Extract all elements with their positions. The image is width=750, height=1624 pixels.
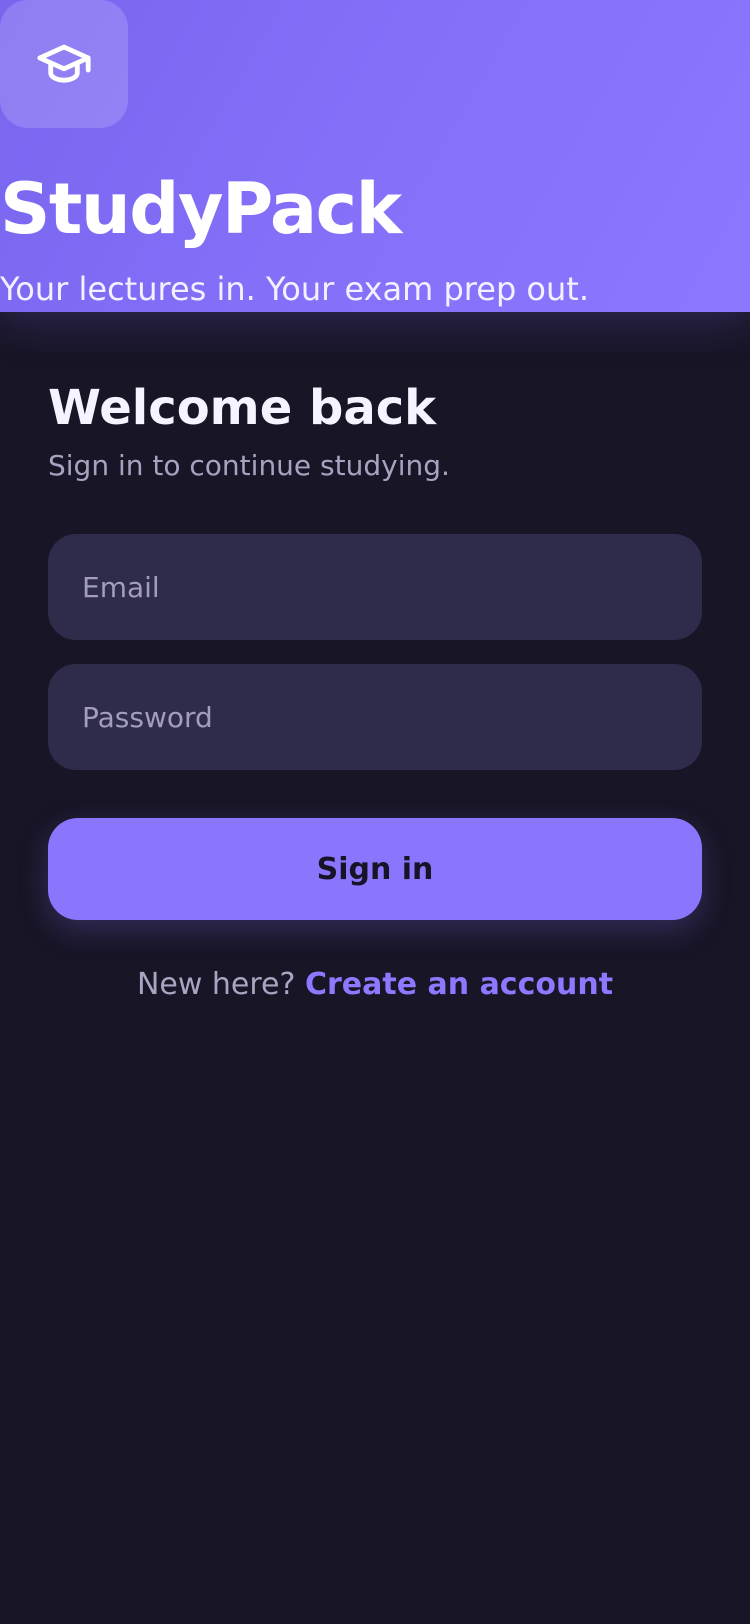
password-input[interactable] [48,664,702,770]
app-tagline: Your lectures in. Your exam prep out. [0,270,589,308]
app-logo [0,0,128,128]
app-title: StudyPack [0,168,402,250]
welcome-subtitle: Sign in to continue studying. [48,449,450,482]
graduation-cap-icon [37,44,91,83]
signup-prompt-text: New here? [136,967,296,1002]
signup-prompt-row: New here? Create an account [48,964,702,1006]
email-input[interactable] [48,534,702,640]
welcome-heading: Welcome back [48,380,437,436]
create-account-link[interactable]: Create an account [305,967,613,1002]
hero-banner: StudyPack Your lectures in. Your exam pr… [0,0,750,312]
sign-in-button[interactable]: Sign in [48,818,702,920]
